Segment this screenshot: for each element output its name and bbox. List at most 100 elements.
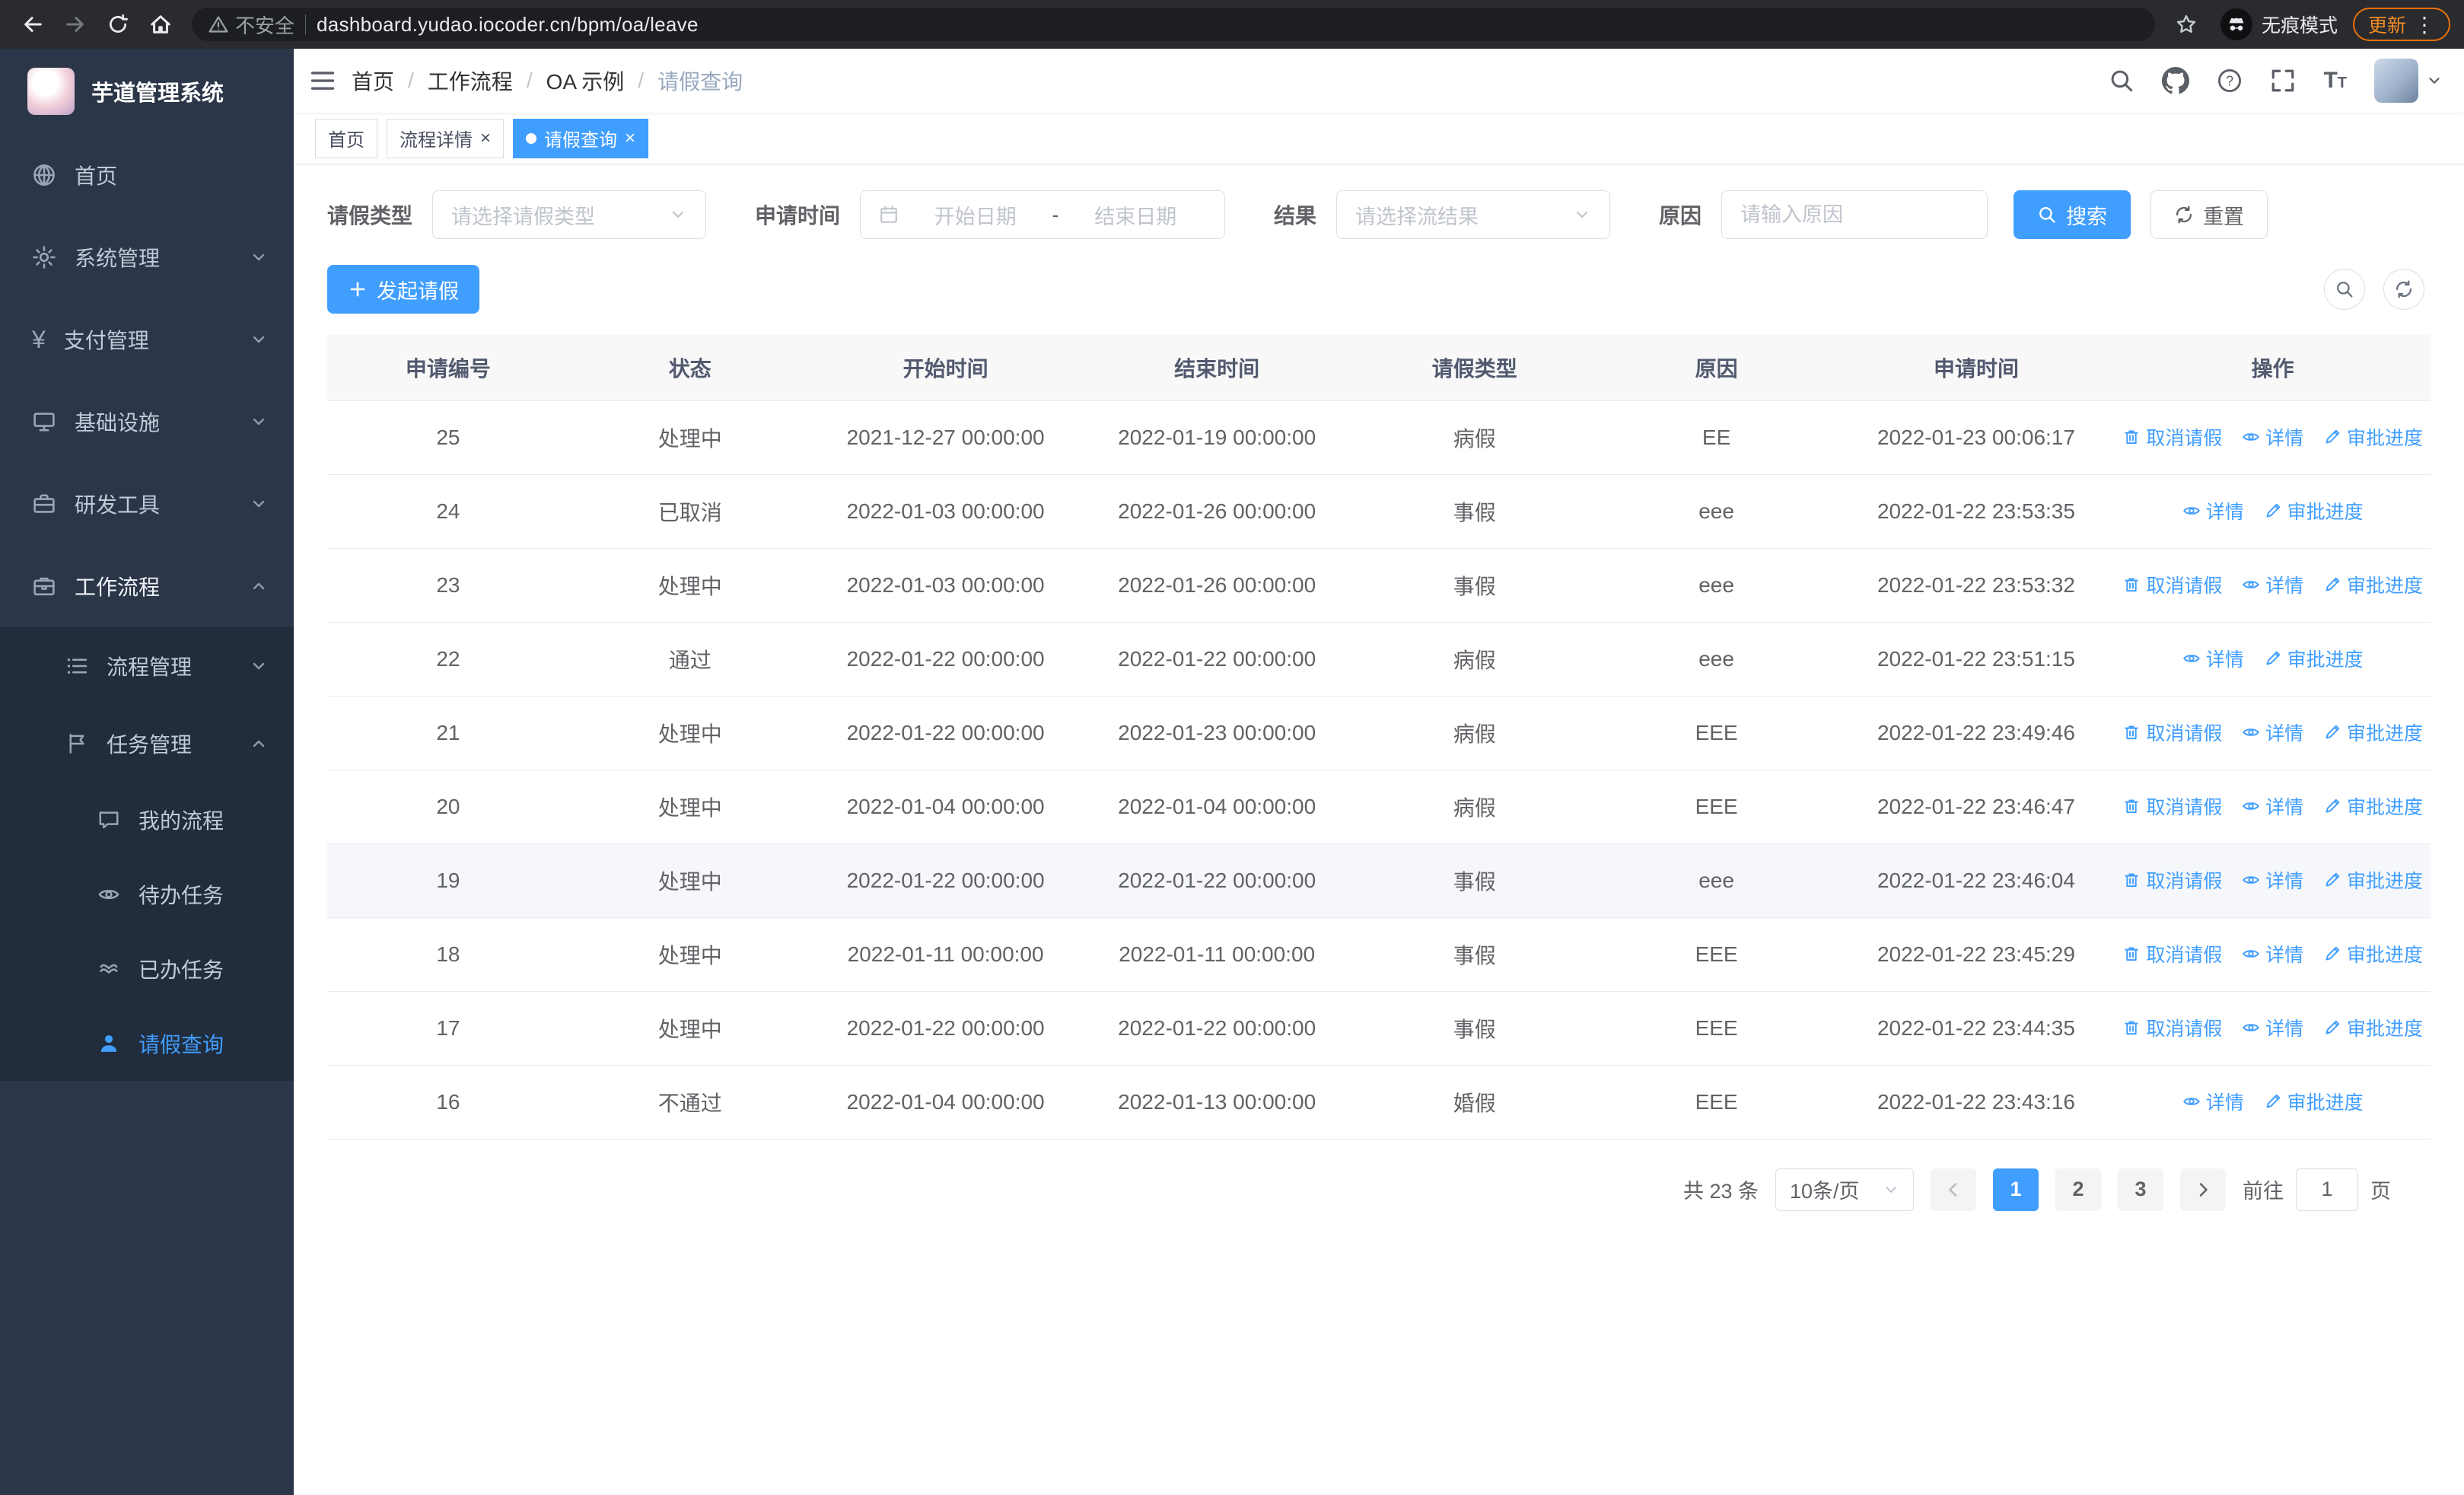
apply-time-range-picker[interactable]: 开始日期 - 结束日期 [860, 190, 1226, 239]
sidebar-item-infrastructure[interactable]: 基础设施 [0, 381, 294, 463]
approval-progress-link[interactable]: 审批进度 [2323, 866, 2423, 894]
table-row: 19 处理中 2022-01-22 00:00:00 2022-01-22 00… [327, 843, 2431, 918]
col-leave-type: 请假类型 [1353, 335, 1596, 401]
sidebar-item-label: 待办任务 [138, 884, 224, 907]
browser-back-button[interactable] [14, 5, 52, 43]
sidebar-item-my-process[interactable]: 我的流程 [0, 783, 294, 857]
approval-progress-link[interactable]: 审批进度 [2264, 645, 2364, 672]
detail-link[interactable]: 详情 [2242, 866, 2303, 894]
result-select[interactable]: 请选择流结果 [1336, 190, 1611, 239]
breadcrumb-item-home[interactable]: 首页 [352, 65, 394, 96]
next-page-button[interactable] [2180, 1168, 2226, 1211]
sidebar-item-home[interactable]: 首页 [0, 134, 294, 216]
sidebar-item-workflow[interactable]: 工作流程 [0, 545, 294, 627]
search-icon[interactable] [2109, 68, 2135, 94]
browser-menu-icon[interactable]: ⋮ [2414, 12, 2435, 37]
sidebar-item-system[interactable]: 系统管理 [0, 216, 294, 298]
address-bar[interactable]: 不安全 dashboard.yudao.iocoder.cn/bpm/oa/le… [192, 8, 2155, 41]
refresh-icon [2174, 205, 2194, 225]
sidebar-item-dev-tools[interactable]: 研发工具 [0, 463, 294, 545]
cell-start-time: 2022-01-22 00:00:00 [810, 696, 1081, 770]
tab-leave-query[interactable]: 请假查询 × [513, 118, 649, 158]
range-separator: - [1052, 202, 1059, 226]
cancel-leave-link[interactable]: 取消请假 [2122, 571, 2222, 598]
cancel-leave-link[interactable]: 取消请假 [2122, 792, 2222, 820]
edit-icon [2264, 502, 2282, 520]
browser-refresh-button[interactable] [99, 5, 137, 43]
chevron-down-icon [250, 413, 268, 431]
approval-progress-link[interactable]: 审批进度 [2264, 1088, 2364, 1115]
sidebar-item-task-mgmt[interactable]: 任务管理 [0, 705, 294, 783]
sidebar-item-leave-query[interactable]: 请假查询 [0, 1006, 294, 1081]
detail-link[interactable]: 详情 [2242, 1014, 2303, 1041]
cell-status: 处理中 [568, 548, 811, 623]
leave-type-select[interactable]: 请选择请假类型 [432, 190, 707, 239]
approval-progress-link[interactable]: 审批进度 [2264, 497, 2364, 524]
detail-link[interactable]: 详情 [2242, 571, 2303, 598]
github-icon[interactable] [2162, 67, 2190, 94]
tab-label: 请假查询 [544, 130, 618, 151]
close-icon[interactable]: × [625, 129, 635, 148]
goto-page-input[interactable] [2296, 1168, 2358, 1211]
cancel-leave-link[interactable]: 取消请假 [2122, 1014, 2222, 1041]
approval-progress-link[interactable]: 审批进度 [2323, 571, 2423, 598]
sidebar-item-done-tasks[interactable]: 已办任务 [0, 932, 294, 1006]
search-button[interactable]: 搜索 [2014, 190, 2131, 239]
tab-process-detail[interactable]: 流程详情 × [387, 118, 505, 158]
approval-progress-link[interactable]: 审批进度 [2323, 940, 2423, 967]
page-button-3[interactable]: 3 [2118, 1168, 2163, 1211]
reason-input[interactable] [1740, 202, 1969, 227]
cancel-leave-link[interactable]: 取消请假 [2122, 423, 2222, 451]
sidebar-collapse-button[interactable] [294, 49, 352, 113]
sidebar-item-process-mgmt[interactable]: 流程管理 [0, 627, 294, 705]
browser-forward-button[interactable] [56, 5, 94, 43]
approval-progress-link[interactable]: 审批进度 [2323, 1014, 2423, 1041]
page-size-select[interactable]: 10条/页 [1775, 1168, 1914, 1211]
detail-link[interactable]: 详情 [2242, 719, 2303, 746]
close-icon[interactable]: × [480, 129, 491, 148]
cell-end-time: 2022-01-22 00:00:00 [1080, 622, 1354, 696]
eye-icon [2242, 871, 2260, 889]
detail-link[interactable]: 详情 [2242, 423, 2303, 451]
sidebar-item-payment[interactable]: ¥ 支付管理 [0, 298, 294, 381]
tab-home[interactable]: 首页 [315, 118, 377, 158]
col-apply-time: 申请时间 [1837, 335, 2115, 401]
table-row: 23 处理中 2022-01-03 00:00:00 2022-01-26 00… [327, 548, 2431, 623]
page-button-1[interactable]: 1 [1993, 1168, 2039, 1211]
help-icon[interactable]: ? [2217, 68, 2243, 94]
cancel-leave-link[interactable]: 取消请假 [2122, 719, 2222, 746]
detail-link[interactable]: 详情 [2182, 645, 2244, 672]
approval-progress-link[interactable]: 审批进度 [2323, 423, 2423, 451]
avatar[interactable] [2374, 59, 2418, 103]
cancel-leave-link[interactable]: 取消请假 [2122, 866, 2222, 894]
approval-progress-link[interactable]: 审批进度 [2323, 792, 2423, 820]
browser-home-button[interactable] [142, 5, 180, 43]
user-menu[interactable] [2374, 59, 2443, 103]
toolbox-icon [32, 492, 56, 516]
cell-status: 处理中 [568, 400, 811, 475]
cell-apply-id: 16 [327, 1065, 569, 1140]
approval-progress-link[interactable]: 审批进度 [2323, 719, 2423, 746]
cell-operations: 详情 审批进度 [2115, 622, 2431, 696]
sidebar-item-todo-tasks[interactable]: 待办任务 [0, 857, 294, 932]
app-logo[interactable]: 芋道管理系统 [0, 49, 294, 134]
bookmark-star-icon[interactable] [2167, 5, 2205, 43]
detail-link[interactable]: 详情 [2242, 792, 2303, 820]
refresh-table-button[interactable] [2383, 269, 2424, 310]
breadcrumb-item-oa-example[interactable]: OA 示例 [546, 65, 625, 96]
detail-link[interactable]: 详情 [2242, 940, 2303, 967]
sidebar-item-label: 请假查询 [138, 1033, 224, 1057]
reset-button[interactable]: 重置 [2150, 190, 2268, 239]
security-warning[interactable]: 不安全 [209, 11, 294, 39]
browser-update-button[interactable]: 更新 ⋮ [2352, 8, 2450, 41]
toggle-search-button[interactable] [2324, 269, 2365, 310]
detail-link[interactable]: 详情 [2182, 1088, 2244, 1115]
create-leave-button[interactable]: 发起请假 [327, 265, 479, 314]
detail-link[interactable]: 详情 [2182, 497, 2244, 524]
prev-page-button[interactable] [1931, 1168, 1976, 1211]
fullscreen-icon[interactable] [2270, 68, 2296, 94]
breadcrumb-item-workflow[interactable]: 工作流程 [428, 65, 513, 96]
cancel-leave-link[interactable]: 取消请假 [2122, 940, 2222, 967]
page-button-2[interactable]: 2 [2055, 1168, 2101, 1211]
font-size-icon[interactable]: TT [2323, 68, 2347, 94]
